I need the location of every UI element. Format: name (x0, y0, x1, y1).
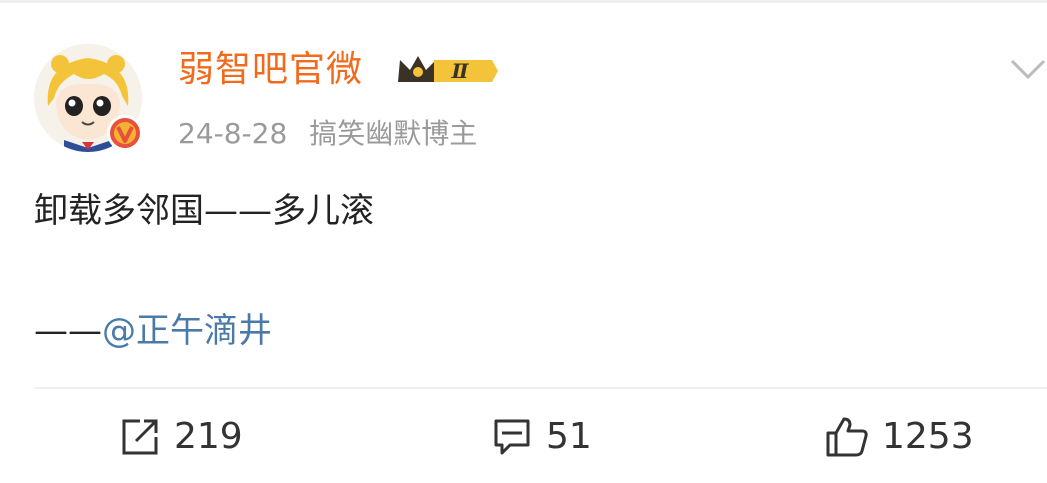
comment-count: 51 (546, 416, 592, 457)
like-count: 1253 (882, 416, 974, 457)
mention-link[interactable]: @正午滴井 (102, 311, 272, 351)
top-divider (0, 0, 1047, 3)
action-divider (34, 387, 1047, 389)
post-date: 24-8-28 (178, 117, 288, 150)
username[interactable]: 弱智吧官微 (178, 46, 363, 94)
comment-icon (490, 415, 534, 459)
user-tag: 搞笑幽默博主 (309, 117, 478, 150)
verified-v-badge-icon (107, 115, 143, 151)
thumbs-up-icon (824, 415, 870, 459)
chevron-down-icon[interactable] (1010, 58, 1046, 80)
comment-button[interactable]: 51 (490, 412, 592, 462)
share-icon (118, 415, 162, 459)
post-meta: 24-8-28 搞笑幽默博主 (178, 114, 477, 154)
like-button[interactable]: 1253 (824, 412, 974, 462)
level-badge-text: Ⅱ (451, 59, 470, 83)
credit-prefix: —— (34, 311, 102, 351)
post-credit: ——@正午滴井 (34, 308, 272, 354)
share-count: 219 (174, 416, 243, 457)
post-text: 卸载多邻国——多儿滚 (34, 191, 374, 231)
crown-level-badge-icon: Ⅱ (398, 56, 498, 83)
share-button[interactable]: 219 (118, 412, 243, 462)
